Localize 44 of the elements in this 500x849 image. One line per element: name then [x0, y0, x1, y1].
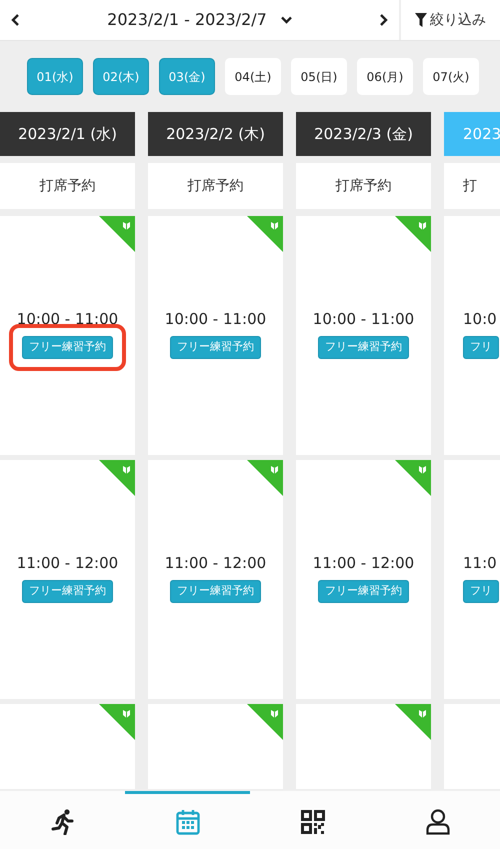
time-slot-card[interactable]: 10:00 - 11:00 フリー練習予約	[0, 216, 135, 455]
day-chip[interactable]: 04(土)	[225, 58, 281, 95]
chevron-left-icon	[11, 14, 21, 26]
beginner-badge-icon	[395, 460, 431, 496]
category-header: 打	[444, 163, 500, 209]
time-slot-card[interactable]: 11:00 - 12:00 フリー練習予約	[296, 460, 431, 699]
time-slot-card[interactable]: 11:00 - 12:00 フリー練習予約	[0, 460, 135, 699]
category-header: 打席予約	[0, 163, 135, 209]
beginner-badge-icon	[99, 460, 135, 496]
date-range-dropdown[interactable]: 2023/2/1 - 2023/2/7	[107, 8, 292, 32]
qr-code-icon	[300, 810, 324, 834]
category-header: 打席予約	[296, 163, 431, 209]
filter-button[interactable]: 絞り込み	[401, 0, 500, 40]
date-header: 2023/2/3 (金)	[296, 112, 431, 156]
time-range: 10:00 - 11:00	[312, 310, 414, 328]
day-chip[interactable]: 06(月)	[357, 58, 413, 95]
time-slot-card[interactable]: 10:00 - 11:00 フリー練習予約	[148, 216, 283, 455]
time-slot-card[interactable]: 10:0 フリ	[444, 216, 500, 455]
runner-icon	[50, 808, 74, 834]
beginner-badge-icon	[247, 460, 283, 496]
date-header: 2023/2/1 (水)	[0, 112, 135, 156]
time-range: 11:00 - 12:00	[164, 554, 266, 572]
beginner-badge-icon	[395, 216, 431, 252]
chevron-right-icon	[378, 14, 388, 26]
category-header: 打席予約	[148, 163, 283, 209]
date-header: 2023/2/2 (木)	[148, 112, 283, 156]
calendar-icon	[176, 808, 200, 834]
time-slot-card[interactable]: 11:0 フリ	[444, 460, 500, 699]
day-chip[interactable]: 05(日)	[291, 58, 347, 95]
filter-icon	[415, 13, 427, 27]
time-range: 10:0	[463, 310, 497, 328]
day-chip[interactable]: 07(火)	[423, 58, 479, 95]
beginner-badge-icon	[99, 216, 135, 252]
profile-icon	[426, 808, 450, 834]
caret-icon	[280, 16, 292, 24]
time-range: 11:00 - 12:00	[312, 554, 414, 572]
time-range: 10:00 - 11:00	[164, 310, 266, 328]
time-range: 10:00 - 11:00	[16, 310, 118, 328]
time-slot-card[interactable]: 11:00 - 12:00 フリー練習予約	[148, 460, 283, 699]
date-header: 2023	[444, 112, 500, 156]
time-range: 11:00 - 12:00	[16, 554, 118, 572]
beginner-badge-icon	[247, 216, 283, 252]
time-slot-card[interactable]: 10:00 - 11:00 フリー練習予約	[296, 216, 431, 455]
time-range: 11:0	[463, 554, 497, 572]
